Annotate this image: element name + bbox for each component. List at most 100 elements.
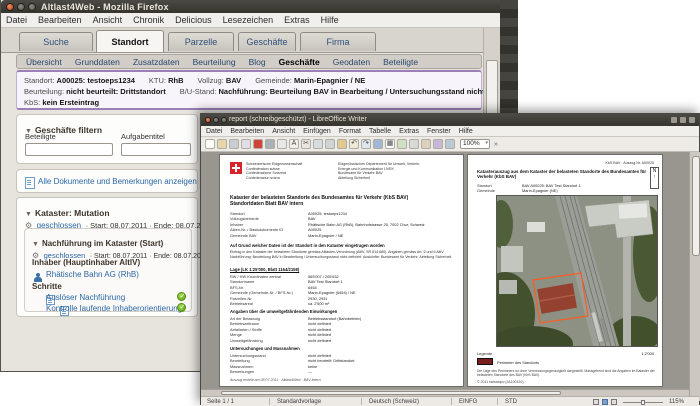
menu-tabelle[interactable]: Tabelle [369,128,391,135]
view-book-icon[interactable] [611,399,617,405]
tab-geschaefte[interactable]: Geschäfte [238,32,296,51]
indicator-icon[interactable] [671,117,677,123]
menu-bearbeiten[interactable]: Bearbeiten [230,128,264,135]
inhaber-label: Inhaber (Hauptinhaber AltlV) [32,258,141,267]
disclaimer-text: Die Lage des Perimeters ist ohne Vermess… [477,369,655,378]
menu-hilfe[interactable]: Hilfe [321,15,339,25]
scrollbar-thumb[interactable] [691,156,700,256]
beteiligte-input[interactable] [25,143,113,156]
einwirkungen-rows: Art der Belastung Betriebsstandort (Bahnb… [230,316,456,343]
statusbar-language[interactable]: Deutsch (Schweiz) [369,399,419,405]
step-ausloeser-link[interactable]: Auslöser Nachführung [46,293,125,302]
navigator-icon[interactable] [421,139,431,149]
menu-hilfe[interactable]: Hilfe [459,128,473,135]
copyright-text: © 2011 swisstopo (JA100120) [477,380,524,384]
view-single-page-icon[interactable] [593,399,599,405]
gallery-icon[interactable] [433,139,443,149]
menu-extras[interactable]: Extras [284,15,310,25]
undo-icon[interactable]: ↶ [349,139,359,149]
all-documents-link[interactable]: Alle Dokumente und Bemerkungen anzeigen [38,177,197,186]
email-icon[interactable] [241,139,251,149]
menu-delicious[interactable]: Delicious [175,15,212,25]
main-tabstrip: Suche Standort Parzelle Geschäfte Firma [1,28,500,53]
subtab-uebersicht[interactable]: Übersicht [26,57,62,67]
menu-einfuegen[interactable]: Einfügen [303,128,331,135]
page-preview-icon[interactable] [277,139,287,149]
indicator-icon[interactable] [680,117,686,123]
close-button-icon[interactable] [205,116,211,123]
tab-standort[interactable]: Standort [96,30,164,52]
statusbar-insert-mode[interactable]: EINFG [459,399,477,405]
save-icon[interactable] [229,139,239,149]
menu-datei[interactable]: Datei [6,15,27,25]
redo-icon[interactable]: ↷ [361,139,371,149]
aufgabentitel-input[interactable] [121,143,191,156]
indicator-icon[interactable] [689,117,695,123]
menu-datei[interactable]: Datei [206,128,222,135]
cut-icon[interactable]: ✂ [301,139,311,149]
legende-label: Legende [477,351,493,356]
subtab-beurteilung[interactable]: Beurteilung [193,57,236,67]
inhaber-link[interactable]: Rhätische Bahn AG (RhB) [46,270,139,279]
writer-horizontal-scrollbar[interactable] [201,389,689,396]
tab-firma[interactable]: Firma [300,32,376,51]
zoom-combobox[interactable]: 100% [460,139,490,149]
doc-row: Umweltgefährdung nicht definiert [230,337,332,343]
doc-row: Bemerkungen — [230,369,312,375]
scrollbar-thumb[interactable] [221,391,561,395]
writer-titlebar[interactable]: report (schreibgeschützt) - LibreOffice … [201,114,699,126]
menu-bearbeiten[interactable]: Bearbeiten [38,15,82,25]
menu-ansicht[interactable]: Ansicht [272,128,295,135]
statusbar-separator [451,398,452,405]
close-button-icon[interactable] [6,3,14,11]
menu-chronik[interactable]: Chronik [133,15,164,25]
zoom-slider[interactable] [623,399,663,405]
step-kontrolle-link[interactable]: Kontrolle laufende Inhaberorientierung [46,304,182,313]
map-scale: 1:2'000 [641,351,654,356]
menu-lesezeichen[interactable]: Lesezeichen [223,15,274,25]
paste-icon[interactable] [325,139,335,149]
minimize-button-icon[interactable] [213,116,219,123]
print-icon[interactable] [265,139,275,149]
statusbar-selection-mode[interactable]: STD [505,399,517,405]
menu-extras[interactable]: Extras [399,128,419,135]
minimize-button-icon[interactable] [17,3,25,11]
document-page-2: KbS BAV · Auszug Nr. A00025 Katasterausz… [467,154,663,387]
copy-icon[interactable] [313,139,323,149]
subtab-geodaten[interactable]: Geodaten [333,57,370,67]
subtab-beteiligte[interactable]: Beteiligte [383,57,418,67]
kataster-mutation-box: ▼ Kataster: Mutation ⚙ geschlossen · Star… [16,197,212,317]
hyperlink-icon[interactable] [373,139,383,149]
subtab-blog[interactable]: Blog [249,57,266,67]
zoom-slider-knob[interactable] [641,399,645,405]
zoom-icon[interactable] [445,139,455,149]
format-paintbrush-icon[interactable] [337,139,347,149]
maximize-button-icon[interactable] [28,3,36,11]
subtab-grunddaten[interactable]: Grunddaten [75,57,120,67]
menu-format[interactable]: Format [339,128,361,135]
export-pdf-icon[interactable] [253,139,263,149]
spelling-icon[interactable]: A [289,139,299,149]
statusbar-style[interactable]: Standardvorlage [277,399,321,405]
subtab-zusatzdaten[interactable]: Zusatzdaten [133,57,180,67]
toolbar-overflow-icon[interactable]: » [494,141,498,148]
section-header-daten: Auf Grund welcher Daten ist der Standort… [230,243,385,248]
draw-functions-icon[interactable] [397,139,407,149]
tab-parzelle[interactable]: Parzelle [168,32,234,51]
open-icon[interactable] [217,139,227,149]
find-replace-icon[interactable] [409,139,419,149]
new-document-icon[interactable] [205,139,215,149]
view-multi-page-icon[interactable] [602,399,608,405]
table-icon[interactable]: ▦ [385,139,395,149]
statusbar-zoom[interactable]: 115% [669,399,684,405]
writer-vertical-scrollbar[interactable] [689,152,700,401]
menu-fenster[interactable]: Fenster [427,128,451,135]
firefox-titlebar[interactable]: Altlast4Web - Mozilla Firefox [1,0,516,13]
swiss-flag-icon [230,162,242,174]
maximize-button-icon[interactable] [221,116,227,123]
subtab-geschaefte[interactable]: Geschäfte [279,57,320,67]
menu-ansicht[interactable]: Ansicht [93,15,123,25]
status-ok-icon [177,303,186,312]
tab-suche[interactable]: Suche [19,32,93,51]
info-pair: Standort: A00025: testoeps1234 [24,76,135,85]
